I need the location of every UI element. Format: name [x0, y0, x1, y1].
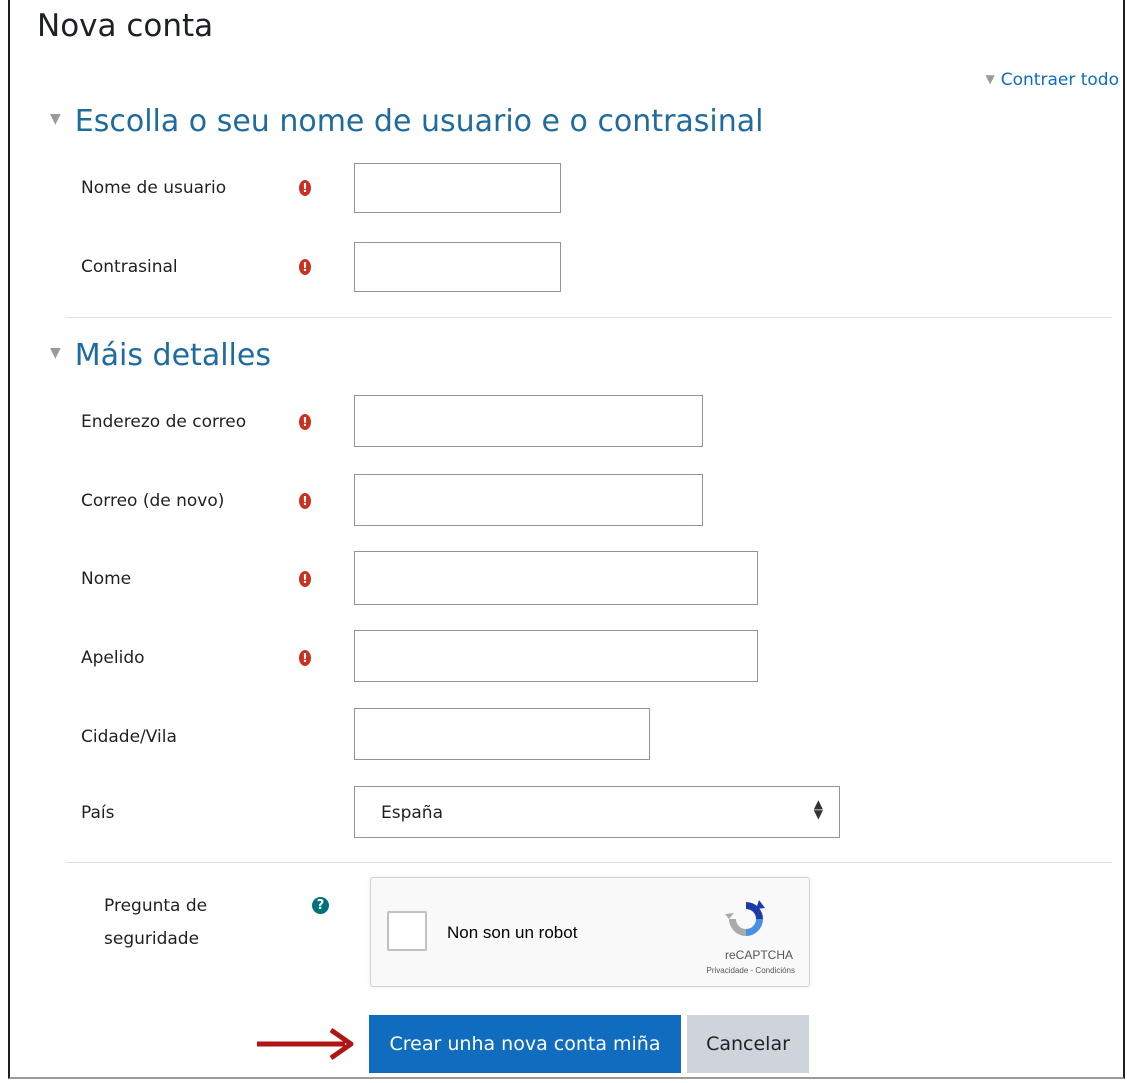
exclamation-circle-icon: !	[299, 571, 311, 587]
country-label: País	[81, 803, 115, 823]
recaptcha-logo-icon	[725, 900, 765, 936]
password-input[interactable]	[354, 242, 561, 292]
recaptcha-brand: reCAPTCHA	[724, 948, 793, 962]
username-input[interactable]	[354, 163, 561, 213]
exclamation-circle-icon: !	[299, 650, 311, 666]
sort-arrows-icon: ▲ ▼	[813, 797, 823, 821]
email-again-input[interactable]	[354, 474, 703, 526]
collapse-all-label: Contraer todo	[1000, 70, 1119, 90]
security-question-label: seguridade	[104, 929, 200, 949]
exclamation-circle-icon: !	[299, 180, 311, 196]
firstname-label: Nome	[81, 569, 132, 589]
email-again-label: Correo (de novo)	[81, 491, 225, 511]
security-question-label: Pregunta de	[104, 896, 208, 916]
recaptcha-terms-link[interactable]: Privacidade - Condicións	[707, 966, 796, 975]
section-header-username[interactable]: ▼ Escolla o seu nome de usuario e o contr…	[50, 104, 763, 139]
city-label: Cidade/Vila	[81, 727, 177, 747]
triangle-down-icon: ▼	[50, 345, 61, 361]
exclamation-circle-icon: !	[299, 493, 311, 509]
exclamation-circle-icon: !	[299, 259, 311, 275]
lastname-label: Apelido	[81, 648, 145, 668]
email-input[interactable]	[354, 395, 703, 447]
section-divider	[66, 317, 1112, 318]
firstname-input[interactable]	[354, 551, 758, 605]
username-label: Nome de usuario	[81, 178, 227, 198]
section-divider	[66, 862, 1112, 863]
email-label: Enderezo de correo	[81, 412, 247, 432]
exclamation-circle-icon: !	[299, 414, 311, 430]
annotation-arrow-icon	[257, 1027, 354, 1061]
section-title: Escolla o seu nome de usuario e o contra…	[74, 104, 764, 139]
collapse-all-link[interactable]: ▼ Contraer todo	[986, 70, 1119, 90]
recaptcha-label: Non son un robot	[447, 923, 578, 942]
country-select-value: España	[381, 803, 443, 823]
triangle-down-icon: ▼	[985, 72, 995, 86]
section-title: Máis detalles	[74, 338, 271, 373]
section-header-more-details[interactable]: ▼ Máis detalles	[50, 338, 271, 373]
password-label: Contrasinal	[81, 257, 178, 277]
create-account-button[interactable]: Crear unha nova conta miña	[369, 1015, 681, 1073]
recaptcha-checkbox[interactable]	[387, 911, 427, 951]
cancel-button[interactable]: Cancelar	[687, 1015, 809, 1073]
triangle-down-icon: ▼	[50, 111, 61, 127]
page-title: Nova conta	[37, 8, 214, 44]
lastname-input[interactable]	[354, 630, 758, 682]
recaptcha-widget: Non son un robot reCAPTCHA Privacidade -…	[370, 877, 810, 987]
country-select[interactable]: España ▲ ▼	[354, 786, 840, 838]
question-circle-icon[interactable]: ?	[312, 897, 329, 914]
city-input[interactable]	[354, 708, 650, 760]
